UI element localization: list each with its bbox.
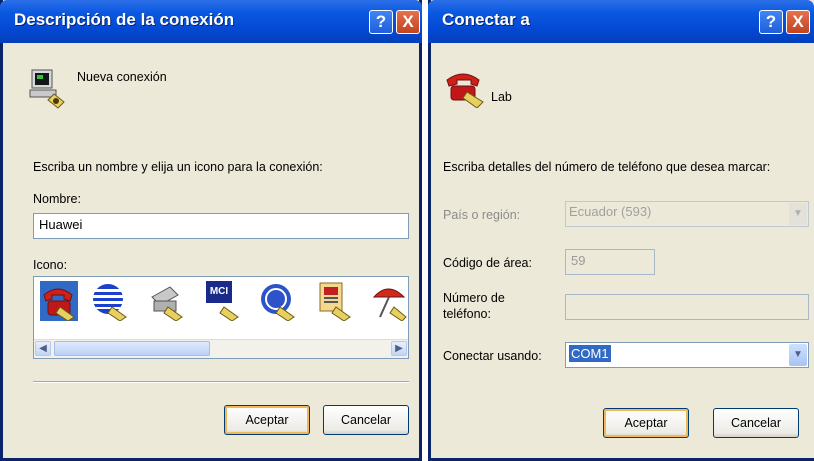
umbrella-icon[interactable] <box>370 281 407 322</box>
connect-using-value: COM1 <box>569 345 611 362</box>
help-button[interactable]: ? <box>369 10 393 34</box>
cancel-button[interactable]: Cancelar <box>713 408 799 438</box>
instruction-text: Escriba un nombre y elija un icono para … <box>33 160 323 174</box>
phone-number-label-line2: teléfono: <box>443 307 491 321</box>
globe-icon[interactable] <box>92 281 128 322</box>
phone-number-input[interactable] <box>565 294 809 320</box>
country-select[interactable]: Ecuador (593) ▼ <box>565 201 809 227</box>
area-code-label: Código de área: <box>443 256 532 270</box>
country-label: País o región: <box>443 208 521 222</box>
instruction-text: Escriba detalles del número de teléfono … <box>443 160 771 174</box>
cancel-button[interactable]: Cancelar <box>323 405 409 435</box>
phone-number-label-line1: Número de <box>443 291 505 305</box>
dialog-title: Descripción de la conexión <box>14 10 235 29</box>
phone-icon <box>446 73 484 108</box>
chevron-down-icon: ▼ <box>789 203 807 225</box>
close-button[interactable]: X <box>396 10 420 34</box>
fax-icon[interactable] <box>148 281 184 322</box>
chevron-down-icon[interactable]: ▼ <box>789 344 807 366</box>
connection-name: Lab <box>491 90 512 104</box>
icon-list[interactable]: MCI ◀ ▶ <box>33 276 409 359</box>
help-button[interactable]: ? <box>759 10 783 34</box>
connection-description-dialog: Descripción de la conexión ? X Nueva con… <box>0 0 422 461</box>
documents-icon[interactable] <box>316 281 352 322</box>
area-code-input[interactable]: 59 <box>565 249 655 275</box>
phone-icon[interactable] <box>40 281 78 321</box>
ok-button[interactable]: Aceptar <box>224 405 310 435</box>
dialog-title: Conectar a <box>442 10 530 29</box>
name-label: Nombre: <box>33 192 81 206</box>
ok-button[interactable]: Aceptar <box>603 408 689 438</box>
separator <box>33 381 409 383</box>
mci-icon[interactable]: MCI <box>204 281 240 321</box>
close-button[interactable]: X <box>786 10 810 34</box>
ge-icon[interactable] <box>260 281 296 322</box>
name-input[interactable]: Huawei <box>33 213 409 239</box>
horizontal-scrollbar[interactable]: ◀ ▶ <box>34 339 408 358</box>
scroll-thumb[interactable] <box>54 341 210 356</box>
scroll-left-icon[interactable]: ◀ <box>35 341 51 356</box>
connection-label: Nueva conexión <box>77 70 167 84</box>
scroll-right-icon[interactable]: ▶ <box>391 341 407 356</box>
title-bar: Conectar a ? X <box>428 0 814 43</box>
connect-to-dialog: Conectar a ? X Lab Escriba detalles del … <box>428 0 814 461</box>
title-bar: Descripción de la conexión ? X <box>0 0 422 43</box>
computer-icon <box>29 69 65 109</box>
connect-using-select[interactable]: COM1 ▼ <box>565 342 809 368</box>
connect-using-label: Conectar usando: <box>443 349 542 363</box>
country-value: Ecuador (593) <box>569 204 652 219</box>
icon-label: Icono: <box>33 258 68 272</box>
